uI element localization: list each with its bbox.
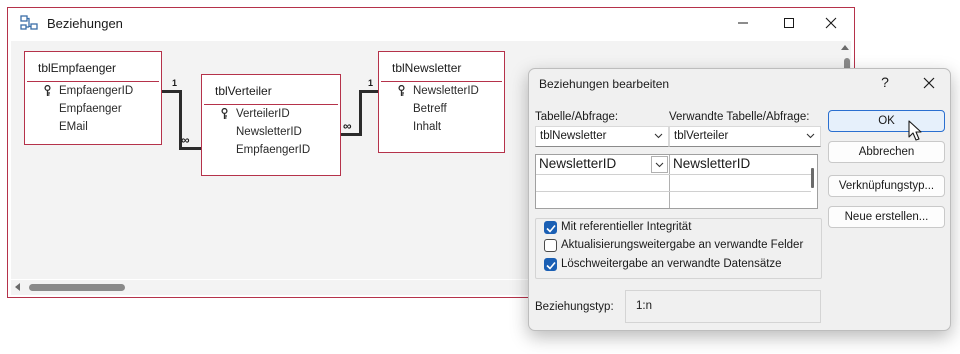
primary-key-icon	[221, 108, 228, 119]
options-group: Mit referentieller Integrität Aktualisie…	[535, 218, 822, 279]
horizontal-scrollbar-thumb[interactable]	[29, 284, 125, 291]
related-table-combo-value: tblVerteiler	[674, 130, 729, 142]
edit-relationships-dialog: Beziehungen bearbeiten ? Tabelle/Abfrage…	[528, 68, 951, 331]
table-field[interactable]: EMail	[59, 121, 88, 133]
table-field[interactable]: Betreff	[413, 103, 447, 115]
scroll-left-arrow-icon[interactable]	[15, 283, 20, 291]
close-window-button[interactable]	[808, 8, 854, 38]
ok-button[interactable]: OK	[828, 110, 945, 132]
relationship-type-box: 1:n	[625, 290, 821, 323]
table-label: Tabelle/Abfrage:	[535, 111, 619, 123]
relationship-line-segment[interactable]	[359, 90, 362, 136]
table-combo-value: tblNewsletter	[540, 130, 607, 142]
one-side-label: 1	[368, 78, 374, 88]
table-field[interactable]: VerteilerID	[236, 108, 290, 120]
relationship-line-segment[interactable]	[359, 90, 378, 93]
chevron-down-icon	[654, 133, 663, 139]
window-title: Beziehungen	[47, 16, 123, 31]
table-name: tblNewsletter	[392, 61, 462, 75]
table-name: tblEmpfaenger	[38, 61, 117, 75]
cascade-update-label[interactable]: Aktualisierungsweitergabe an verwandte F…	[561, 239, 803, 251]
primary-key-icon	[44, 85, 51, 96]
table-box-tblNewsletter[interactable]: tblNewsletter NewsletterID Betreff Inhal…	[378, 51, 505, 153]
minimize-icon	[738, 22, 748, 24]
mouse-pointer-icon	[908, 120, 922, 141]
chevron-down-icon	[655, 162, 664, 168]
cascade-delete-checkbox[interactable]	[544, 258, 557, 271]
help-button[interactable]: ?	[878, 74, 892, 90]
one-side-label: 1	[172, 78, 178, 88]
dialog-title: Beziehungen bearbeiten	[539, 77, 670, 91]
referential-integrity-label[interactable]: Mit referentieller Integrität	[561, 221, 691, 233]
many-side-label: ∞	[343, 119, 352, 133]
table-header-divider	[204, 104, 338, 105]
grid-column-divider	[669, 155, 670, 208]
chevron-down-icon	[806, 133, 815, 139]
table-field[interactable]: Empfaenger	[59, 103, 122, 115]
grid-row-divider	[536, 191, 811, 192]
grid-cell-left[interactable]: NewsletterID	[539, 156, 616, 171]
relationship-type-label: Beziehungstyp:	[535, 301, 614, 313]
table-field[interactable]: NewsletterID	[236, 126, 302, 138]
table-field[interactable]: NewsletterID	[413, 85, 479, 97]
referential-integrity-checkbox[interactable]	[544, 221, 557, 234]
join-type-button[interactable]: Verknüpfungstyp...	[828, 175, 945, 197]
related-table-combo[interactable]: tblVerteiler	[669, 126, 821, 147]
relationships-icon	[20, 15, 38, 31]
cascade-delete-label[interactable]: Löschweitergabe an verwandte Datensätze	[561, 258, 782, 270]
field-mapping-grid[interactable]: NewsletterID NewsletterID	[535, 154, 818, 209]
checkmark-icon	[546, 224, 556, 233]
cancel-button[interactable]: Abbrechen	[828, 141, 945, 163]
table-field[interactable]: EmpfaengerID	[236, 144, 310, 156]
checkmark-icon	[546, 261, 556, 270]
grid-scrollbar-thumb[interactable]	[811, 168, 814, 188]
grid-dropdown-button[interactable]	[651, 156, 668, 173]
table-box-tblEmpfaenger[interactable]: tblEmpfaenger EmpfaengerID Empfaenger EM…	[24, 51, 162, 145]
many-side-label: ∞	[181, 133, 190, 147]
table-header-divider	[27, 81, 159, 82]
close-icon	[825, 17, 837, 29]
minimize-button[interactable]	[720, 8, 766, 38]
grid-row-divider	[536, 174, 811, 175]
window-titlebar: Beziehungen	[8, 8, 854, 38]
create-new-button[interactable]: Neue erstellen...	[828, 206, 945, 228]
relationship-line-segment[interactable]	[341, 133, 361, 136]
screen: Beziehungen tblEmpfaenger EmpfaengerID E…	[0, 0, 960, 354]
related-table-label: Verwandte Tabelle/Abfrage:	[669, 111, 810, 123]
table-name: tblVerteiler	[215, 84, 272, 98]
relationship-type-value: 1:n	[636, 300, 652, 312]
table-field[interactable]: EmpfaengerID	[59, 85, 133, 97]
maximize-icon	[784, 18, 794, 28]
relationship-line-segment[interactable]	[179, 147, 201, 150]
table-field[interactable]: Inhalt	[413, 121, 441, 133]
close-icon[interactable]	[922, 76, 936, 90]
cascade-update-checkbox[interactable]	[544, 239, 557, 252]
scroll-up-arrow-icon[interactable]	[841, 45, 849, 50]
table-combo[interactable]: tblNewsletter	[535, 126, 669, 147]
table-box-tblVerteiler[interactable]: tblVerteiler VerteilerID NewsletterID Em…	[201, 74, 341, 176]
primary-key-icon	[398, 85, 405, 96]
grid-cell-right[interactable]: NewsletterID	[673, 156, 750, 171]
table-header-divider	[381, 81, 502, 82]
maximize-button[interactable]	[766, 8, 812, 38]
